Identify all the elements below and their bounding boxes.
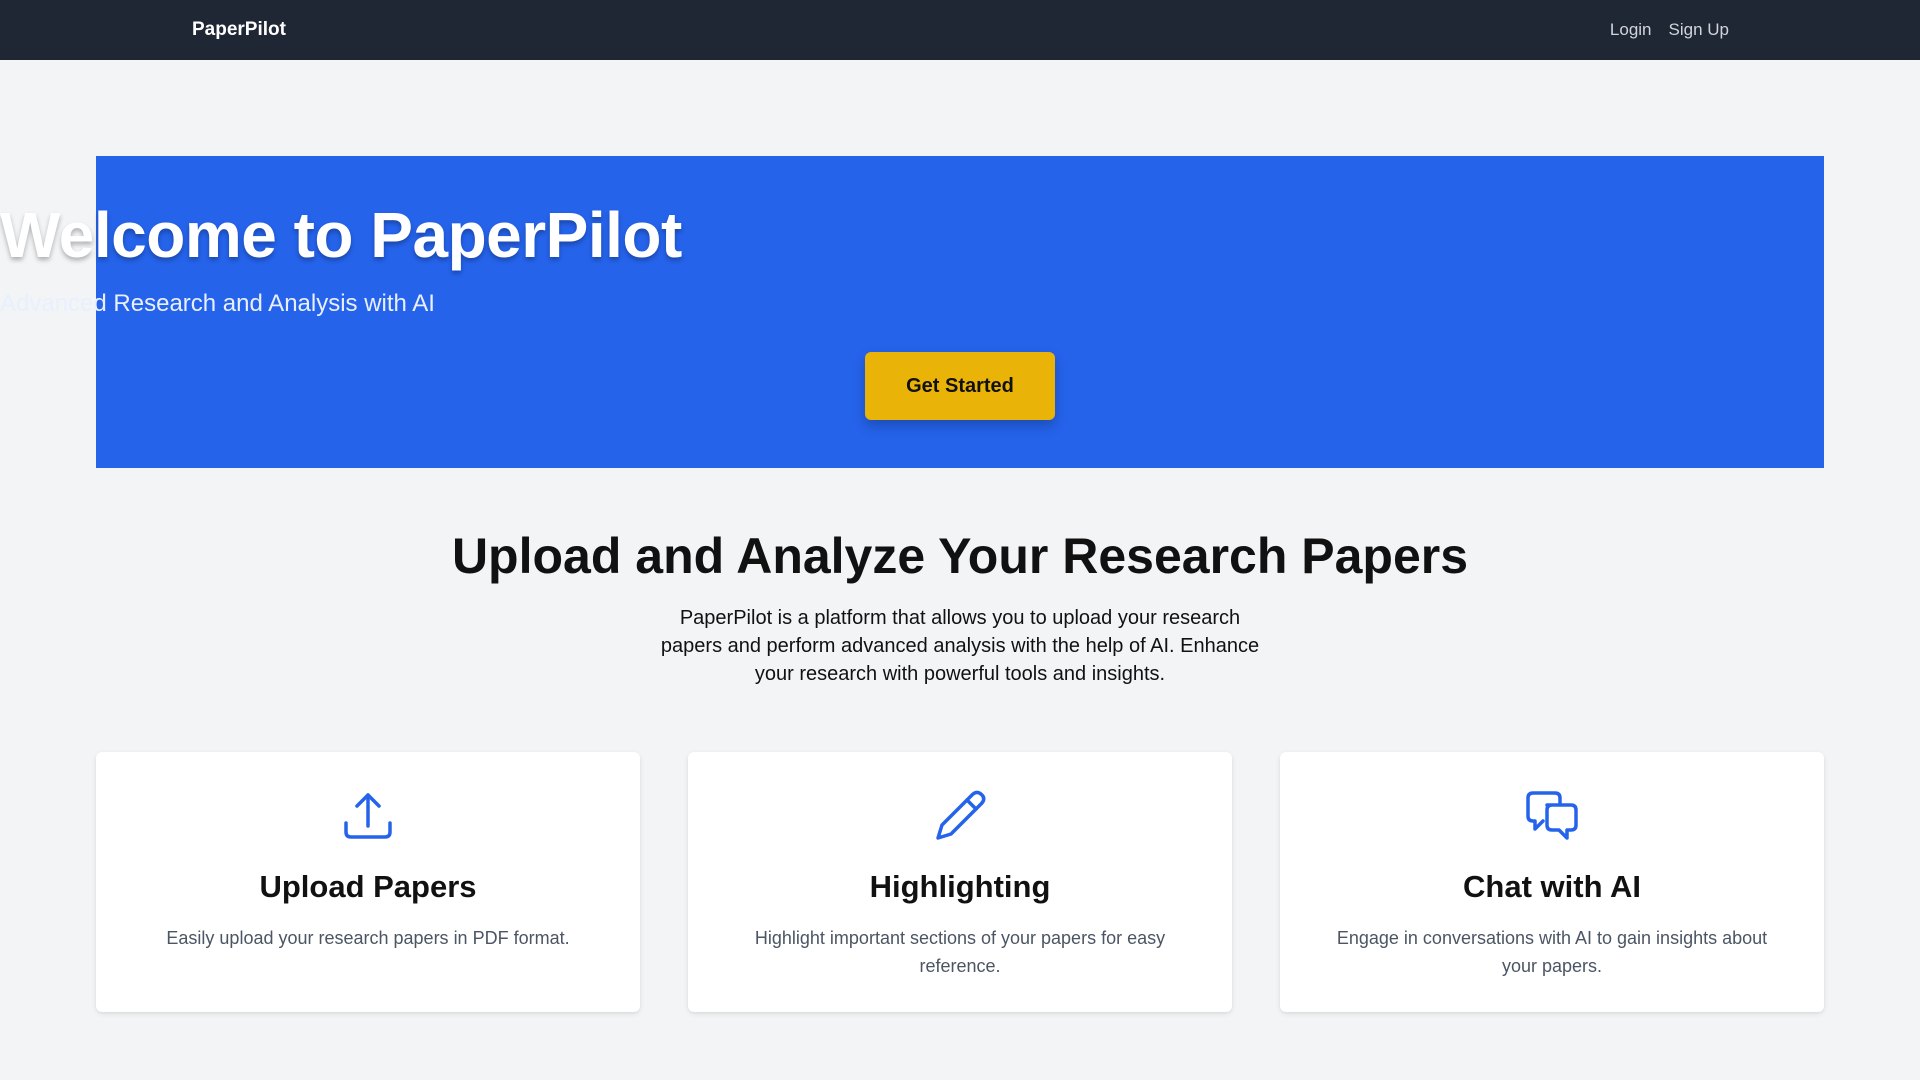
upload-icon xyxy=(344,793,392,839)
hero-title: Welcome to PaperPilot xyxy=(0,199,682,271)
hero-subtitle: Advanced Research and Analysis with AI xyxy=(0,290,435,317)
signup-link[interactable]: Sign Up xyxy=(1669,19,1729,41)
brand-logo-text[interactable]: PaperPilot xyxy=(192,18,286,42)
feature-description: Highlight important sections of your pap… xyxy=(754,928,1166,976)
nav-links: Login Sign Up xyxy=(1610,19,1729,41)
feature-card-upload: Upload Papers Easily upload your researc… xyxy=(96,752,640,1012)
intro-heading: Upload and Analyze Your Research Papers xyxy=(451,528,1469,584)
top-navbar: PaperPilot Login Sign Up xyxy=(0,0,1920,60)
get-started-button[interactable]: Get Started xyxy=(865,352,1055,420)
feature-title: Upload Papers xyxy=(259,869,477,904)
feature-description: Easily upload your research papers in PD… xyxy=(166,928,570,948)
feature-card-chat: Chat with AI Engage in conversations wit… xyxy=(1280,752,1824,1012)
feature-description: Engage in conversations with AI to gain … xyxy=(1336,928,1768,976)
pencil-icon xyxy=(936,790,986,840)
intro-description: PaperPilot is a platform that allows you… xyxy=(660,607,1260,685)
feature-title: Highlighting xyxy=(869,869,1051,904)
feature-title: Chat with AI xyxy=(1463,869,1641,904)
chat-bubbles-icon xyxy=(1526,791,1578,840)
feature-card-highlighting: Highlighting Highlight important section… xyxy=(688,752,1232,1012)
login-link[interactable]: Login xyxy=(1610,19,1652,41)
